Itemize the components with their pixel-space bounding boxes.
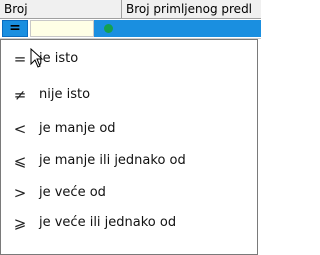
less-than-icon: < [13,120,27,138]
option-je-manje-od[interactable]: < je manje od [1,114,257,144]
option-label: je veće od [39,185,106,200]
status-dot-icon [104,24,113,33]
filter-operator-button[interactable]: = [2,20,28,37]
option-label: je veće ili jednako od [39,215,177,230]
greater-or-equal-icon: ⩾ [13,214,27,232]
option-je-vece-od[interactable]: > je veće od [1,178,257,208]
option-label: je isto [39,51,79,66]
filter-cell-col2[interactable] [94,20,261,37]
less-or-equal-icon: ⩽ [13,152,27,170]
equals-icon: = [13,50,27,68]
column-header-broj[interactable]: Broj [0,0,122,18]
filter-value-input[interactable] [30,20,94,37]
option-label: je manje od [39,121,116,136]
not-equals-icon: ≠ [13,86,27,104]
mouse-pointer-icon [30,47,44,71]
option-nije-isto[interactable]: ≠ nije isto [1,80,257,110]
option-je-manje-ili-jednako-od[interactable]: ⩽ je manje ili jednako od [1,146,257,176]
grid-header: Broj Broj primljenog predl [0,0,261,19]
option-label: je manje ili jednako od [39,153,186,168]
greater-than-icon: > [13,184,27,202]
operator-dropdown: = je isto ≠ nije isto < je manje od ⩽ je… [0,39,258,255]
option-je-vece-ili-jednako-od[interactable]: ⩾ je veće ili jednako od [1,208,257,238]
column-header-broj-primljenog[interactable]: Broj primljenog predl [122,0,261,18]
filter-row: = [0,19,261,39]
option-label: nije isto [39,87,91,102]
